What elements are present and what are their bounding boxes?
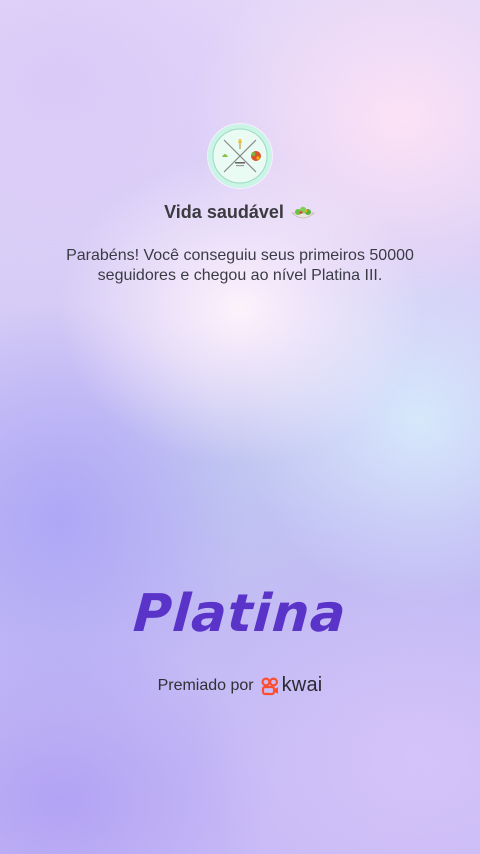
avatar[interactable]	[208, 124, 272, 188]
profile-name: Vida saudável	[164, 202, 284, 222]
kwai-wordmark: kwai	[281, 674, 323, 696]
congratulations-message: Parabéns! Você conseguiu seus primeiros …	[66, 247, 414, 284]
healthy-plate-logo-icon	[212, 128, 268, 184]
level-title: Platina	[131, 584, 349, 644]
kwai-logo-icon	[261, 676, 278, 695]
profile-header: Vida saudável	[0, 124, 480, 223]
salad-icon	[290, 204, 316, 222]
award-prefix: Premiado por	[157, 676, 254, 694]
award-line: Premiado por kwai	[0, 674, 480, 697]
kwai-brand: kwai	[260, 674, 323, 697]
